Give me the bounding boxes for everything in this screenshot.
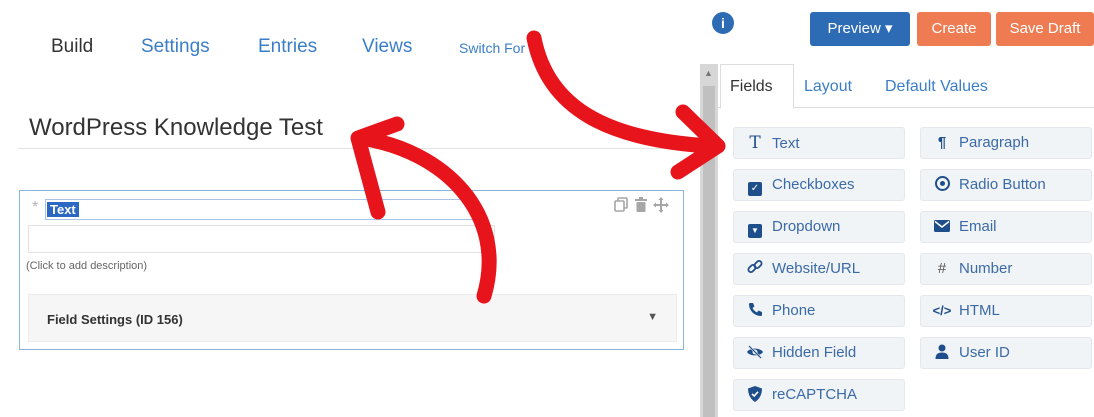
field-type-label: Number [959,260,1013,277]
field-type-label: Dropdown [772,218,841,235]
field-type-paragraph[interactable]: ¶ Paragraph [920,127,1092,159]
field-description[interactable]: (Click to add description) [26,260,147,272]
switch-form-dropdown[interactable]: Switch For ▾ [459,40,534,56]
field-type-website-url[interactable]: Website/URL [733,253,905,285]
nav-build[interactable]: Build [51,36,93,58]
form-field-card[interactable]: * Text (Click to add description) Field … [19,190,684,350]
field-type-html[interactable]: </> HTML [920,295,1092,327]
text-icon: T [749,133,761,153]
phone-icon [745,296,765,326]
link-icon [745,254,765,284]
field-actions [613,197,669,213]
scrollbar-thumb[interactable] [703,86,715,417]
caret-down-icon: ▼ [647,311,658,323]
form-title[interactable]: WordPress Knowledge Test [29,114,323,142]
top-navigation: Build Settings Entries Views Switch For ▾ [0,0,700,100]
sidebar-tabs: Fields Layout Default Values [718,64,1094,109]
sidebar-toolbar: i Preview ▾ Create Save Draft [700,0,1094,64]
form-canvas: Build Settings Entries Views Switch For ▾… [0,0,700,417]
nav-entries[interactable]: Entries [258,36,317,58]
field-type-text[interactable]: T Text [733,127,905,159]
info-icon[interactable]: i [712,12,734,34]
field-type-label: HTML [959,302,1000,319]
form-builder-screen: Build Settings Entries Views Switch For ▾… [0,0,1094,417]
field-type-label: Paragraph [959,134,1030,151]
chevron-down-icon: ▾ [529,45,535,56]
nav-views[interactable]: Views [362,36,412,58]
field-type-label: reCAPTCHA [772,386,858,403]
move-icon[interactable] [653,197,669,213]
tab-layout[interactable]: Layout [804,78,852,96]
field-type-label: Email [959,218,997,235]
field-type-label: Phone [772,302,816,319]
field-type-email[interactable]: Email [920,211,1092,243]
field-type-label: Hidden Field [772,344,857,361]
field-label-input[interactable]: Text [45,199,473,220]
trash-icon[interactable] [633,197,649,213]
field-type-checkboxes[interactable]: ✓ Checkboxes [733,169,905,201]
user-icon [932,338,952,368]
field-type-label: Text [772,135,800,152]
preview-button[interactable]: Preview ▾ [810,12,910,46]
field-label-selected-text: Text [47,202,79,217]
radio-icon [932,170,952,200]
sidebar-scrollbar[interactable]: ▲ [700,64,718,417]
field-type-recaptcha[interactable]: reCAPTCHA [733,379,905,411]
dropdown-icon: ▼ [745,212,765,242]
scroll-up-icon[interactable]: ▲ [704,68,713,78]
field-settings-toggle[interactable]: Field Settings (ID 156) ▼ [28,294,677,342]
hash-icon: # [937,260,947,277]
switch-form-label: Switch For [459,40,526,56]
field-type-label: Website/URL [772,260,861,277]
field-settings-label: Field Settings (ID 156) [47,312,183,327]
title-divider [18,148,683,149]
field-type-label: User ID [959,344,1010,361]
eye-slash-icon [745,338,765,368]
field-sidebar: i Preview ▾ Create Save Draft Fields Lay… [700,0,1094,417]
envelope-icon [932,212,952,242]
code-icon: </> [932,303,952,318]
field-type-label: Checkboxes [772,176,855,193]
field-type-radio-button[interactable]: Radio Button [920,169,1092,201]
field-type-number[interactable]: # Number [920,253,1092,285]
create-button[interactable]: Create [917,12,991,46]
shield-icon [745,380,765,410]
field-type-user-id[interactable]: User ID [920,337,1092,369]
required-mark[interactable]: * [32,199,38,217]
tab-default-values[interactable]: Default Values [885,78,988,96]
field-type-dropdown[interactable]: ▼ Dropdown [733,211,905,243]
paragraph-icon: ¶ [937,134,947,151]
field-preview-input[interactable] [28,225,495,253]
field-type-hidden-field[interactable]: Hidden Field [733,337,905,369]
field-type-label: Radio Button [959,176,1046,193]
nav-settings[interactable]: Settings [141,36,210,58]
field-type-phone[interactable]: Phone [733,295,905,327]
save-draft-button[interactable]: Save Draft [996,12,1094,46]
tab-fields[interactable]: Fields [730,78,773,96]
duplicate-icon[interactable] [613,197,629,213]
checkbox-icon: ✓ [745,170,765,200]
